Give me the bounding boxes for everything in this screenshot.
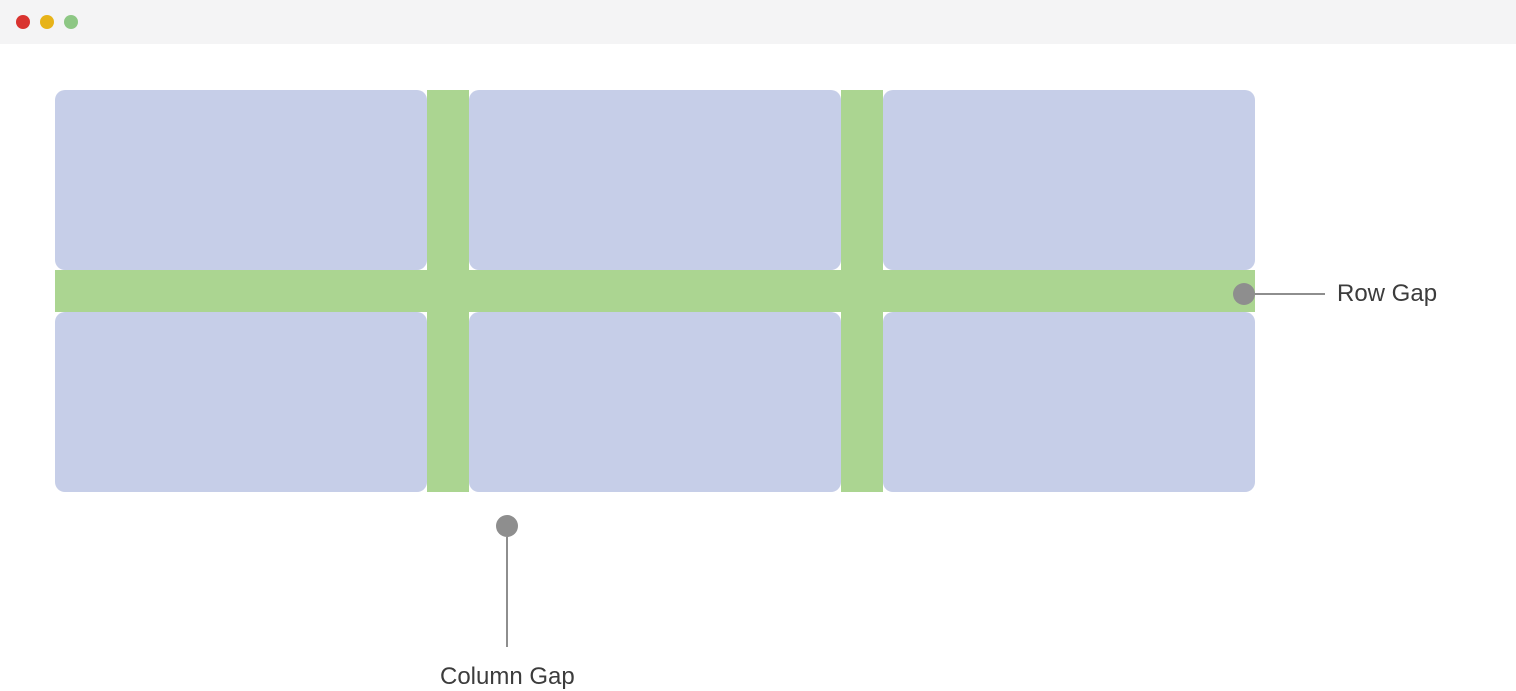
- row-gap-label: Row Gap: [1337, 280, 1437, 308]
- grid-cell: [55, 312, 427, 492]
- column-gap-callout: Column Gap: [440, 526, 575, 691]
- column-gap-label: Column Gap: [440, 663, 575, 691]
- grid-cell: [883, 90, 1255, 270]
- column-gap-band: [427, 90, 469, 492]
- grid-cell: [469, 312, 841, 492]
- close-icon[interactable]: [16, 15, 30, 29]
- grid-container: [55, 90, 1255, 492]
- diagram-canvas: Row Gap Column Gap: [0, 44, 1516, 686]
- column-gap-band: [841, 90, 883, 492]
- callout-line: [506, 537, 508, 647]
- window-titlebar: [0, 0, 1516, 44]
- row-gap-callout: Row Gap: [1244, 280, 1437, 308]
- zoom-icon[interactable]: [64, 15, 78, 29]
- callout-line: [1255, 293, 1325, 295]
- css-grid: [55, 90, 1255, 492]
- callout-dot-icon: [1233, 283, 1255, 305]
- callout-dot-icon: [496, 515, 518, 537]
- grid-cell: [469, 90, 841, 270]
- grid-cell: [883, 312, 1255, 492]
- minimize-icon[interactable]: [40, 15, 54, 29]
- grid-cell: [55, 90, 427, 270]
